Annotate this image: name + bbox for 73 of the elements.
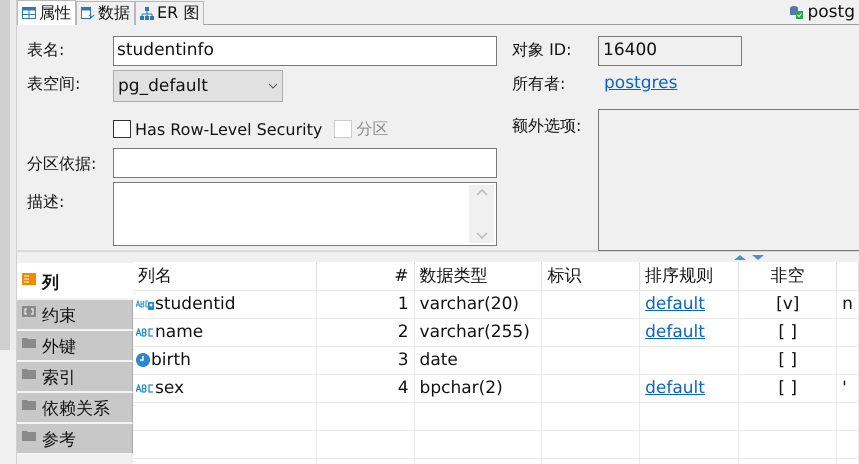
table-cell: [v]: [738, 290, 837, 318]
column-list-icon: [22, 273, 36, 285]
table-cell: bpchar(2): [414, 374, 542, 402]
collapse-up-icon[interactable]: [734, 254, 746, 260]
column-header[interactable]: 排序规则: [640, 262, 739, 290]
table-cell: date: [414, 346, 542, 374]
table-cell: birth: [151, 350, 191, 370]
bracket-icon: [22, 306, 36, 317]
scroll-up-icon: [476, 189, 488, 196]
text-key-icon: [136, 298, 154, 310]
collation-link[interactable]: default: [645, 294, 705, 314]
table-cell: n: [836, 290, 858, 318]
column-header[interactable]: 数据类型: [414, 262, 542, 290]
folder-icon: [22, 337, 36, 348]
table-cell: varchar(255): [414, 318, 542, 346]
folder-icon: [22, 399, 36, 410]
field-label: 对象 ID:: [512, 39, 573, 61]
collation-link[interactable]: default: [645, 322, 705, 342]
table-cell: 1: [316, 290, 414, 318]
column-header[interactable]: #: [316, 262, 414, 290]
folder-icon: [22, 368, 36, 379]
expand-down-icon[interactable]: [752, 254, 764, 260]
nav-item[interactable]: 依赖关系: [17, 393, 133, 424]
object-id-field: 16400: [598, 36, 742, 66]
database-icon: [789, 5, 804, 19]
collation-link[interactable]: default: [645, 378, 705, 398]
table-icon: [22, 7, 36, 19]
checkbox-label: 分区: [356, 118, 388, 140]
table-cell: 4: [316, 374, 414, 402]
table-cell: 2: [316, 318, 414, 346]
folder-icon: [22, 430, 36, 441]
chevron-down-icon: [268, 83, 278, 89]
table-cell: [ ]: [738, 346, 837, 374]
table-cell: varchar(20): [414, 290, 542, 318]
connection-name: postg: [807, 2, 855, 22]
hierarchy-icon: [140, 7, 154, 20]
table-cell: [ ]: [738, 318, 837, 346]
column-header[interactable]: 非空: [738, 262, 837, 290]
nav-item[interactable]: 列: [17, 263, 133, 300]
nav-item[interactable]: 约束: [17, 300, 133, 331]
data-grid-icon: [81, 7, 95, 20]
table-cell: [ ]: [738, 374, 837, 402]
field-label: 额外选项:: [512, 115, 582, 137]
tab[interactable]: 数据: [76, 1, 135, 25]
checkbox[interactable]: [113, 120, 131, 138]
extra-options-field[interactable]: [598, 109, 859, 251]
owner-link[interactable]: postgres: [604, 70, 859, 93]
field-label: 描述:: [27, 191, 66, 213]
tab[interactable]: ER 图: [135, 1, 204, 25]
tab[interactable]: 属性: [17, 0, 76, 25]
nav-item[interactable]: 参考: [17, 424, 133, 455]
partition-by-field[interactable]: [113, 148, 497, 178]
field-label: 分区依据:: [27, 153, 98, 175]
field-label: 表空间:: [27, 73, 82, 95]
column-header[interactable]: 列名: [133, 262, 317, 290]
field-label: 所有者:: [512, 73, 566, 95]
table-cell: sex: [155, 378, 184, 398]
checkbox-label: Has Row-Level Security: [135, 120, 322, 138]
text-type-icon: [136, 328, 154, 336]
table-name-field[interactable]: studentinfo: [113, 36, 497, 66]
field-label: 表名:: [27, 39, 66, 61]
text-type-icon: [136, 384, 154, 392]
description-field[interactable]: [113, 182, 497, 246]
table-cell: name: [155, 322, 204, 342]
tablespace-dropdown[interactable]: pg_default: [113, 70, 283, 102]
table-cell: ': [836, 374, 858, 402]
table-cell: 3: [316, 346, 414, 374]
nav-item[interactable]: 索引: [17, 362, 133, 393]
table-cell: studentid: [155, 294, 236, 314]
nav-item[interactable]: 外键: [17, 331, 133, 362]
clock-icon: [136, 353, 150, 367]
scroll-down-icon: [476, 232, 488, 239]
column-header[interactable]: 标识: [542, 262, 640, 290]
